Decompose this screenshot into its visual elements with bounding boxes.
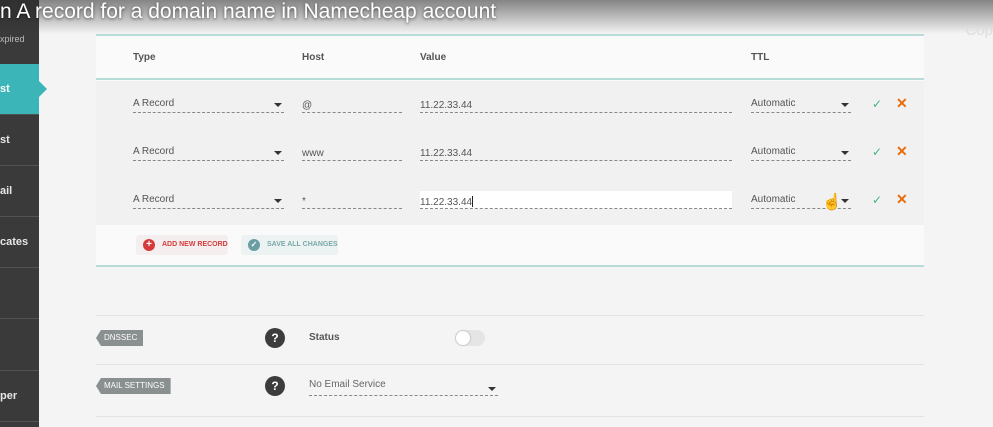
table-row: A Record @ 11.22.33.44 Automatic ✓ ✕ <box>96 81 924 129</box>
record-type-select[interactable]: A Record <box>133 95 284 113</box>
value-text: 11.22.33.44 <box>420 197 473 208</box>
sidebar-item-developer[interactable]: per <box>0 371 39 422</box>
column-header-ttl: TTL <box>751 52 770 63</box>
host-input[interactable]: www <box>302 143 402 161</box>
plus-circle-icon: + <box>143 239 155 251</box>
sidebar-item-email[interactable]: ail <box>0 166 39 217</box>
record-type-value: A Record <box>133 194 175 205</box>
record-type-value: A Record <box>133 98 175 109</box>
sidebar-item-2[interactable]: st <box>0 115 39 166</box>
ttl-value: Automatic <box>751 194 796 205</box>
video-title-overlay: n A record for a domain name in Namechea… <box>0 0 993 39</box>
dnssec-tag: DNSSEC <box>96 330 144 346</box>
value-input[interactable]: 11.22.33.44 <box>420 143 732 161</box>
ttl-value: Automatic <box>751 98 796 109</box>
delete-x-icon[interactable]: ✕ <box>896 143 908 160</box>
chevron-down-icon <box>488 387 496 391</box>
delete-x-icon[interactable]: ✕ <box>896 191 908 208</box>
host-input[interactable]: * <box>302 191 402 209</box>
confirm-check-icon[interactable]: ✓ <box>872 97 882 111</box>
value-input-focused[interactable]: 11.22.33.44 <box>420 191 732 209</box>
hand-pointer-icon: ☝ <box>822 194 842 211</box>
add-new-record-button[interactable]: + ADD NEW RECORD <box>136 235 228 255</box>
chevron-down-icon <box>274 103 282 107</box>
sidebar-item-6[interactable] <box>0 320 39 371</box>
chevron-down-icon <box>274 199 282 203</box>
sidebar-item-advanced-dns[interactable]: st <box>0 64 47 115</box>
sidebar-item-label: st <box>0 83 10 95</box>
chevron-down-icon <box>274 151 282 155</box>
add-new-record-label: ADD NEW RECORD <box>162 241 228 248</box>
chevron-down-icon <box>841 151 849 155</box>
save-all-changes-button[interactable]: ✓ SAVE ALL CHANGES <box>241 235 338 255</box>
dnssec-toggle[interactable] <box>455 330 485 346</box>
dnssec-status-label: Status <box>309 332 340 343</box>
ttl-value: Automatic <box>751 146 796 157</box>
record-type-value: A Record <box>133 146 175 157</box>
sidebar-item-label: per <box>0 390 18 402</box>
sidebar-item-label: st <box>0 134 10 146</box>
chevron-down-icon <box>841 103 849 107</box>
sidebar: xpired st st ail cates per <box>0 0 47 427</box>
table-header: Type Host Value TTL <box>96 36 924 80</box>
divider <box>96 416 924 417</box>
value-input[interactable]: 11.22.33.44 <box>420 95 732 113</box>
check-circle-icon: ✓ <box>248 239 260 251</box>
sidebar-item-5[interactable] <box>0 268 39 319</box>
host-records-panel: Type Host Value TTL A Record @ 11.22.33.… <box>96 34 924 267</box>
confirm-check-icon[interactable]: ✓ <box>872 145 882 159</box>
sidebar-item-label: cates <box>0 236 29 248</box>
divider <box>96 364 924 365</box>
text-cursor <box>472 196 474 207</box>
sidebar-item-label: ail <box>0 185 13 197</box>
sidebar-item-certificates[interactable]: cates <box>0 217 39 268</box>
host-input[interactable]: @ <box>302 95 402 113</box>
mail-service-select[interactable]: No Email Service <box>309 379 498 396</box>
save-all-changes-label: SAVE ALL CHANGES <box>267 241 338 248</box>
delete-x-icon[interactable]: ✕ <box>896 95 908 112</box>
ttl-select[interactable]: Automatic <box>751 143 851 161</box>
copy-link-label[interactable]: Cop <box>965 22 993 39</box>
domain-status-text: xpired <box>0 34 25 44</box>
column-header-value: Value <box>420 52 447 63</box>
question-help-icon[interactable]: ? <box>265 376 285 396</box>
ttl-select[interactable]: Automatic <box>751 95 851 113</box>
column-header-host: Host <box>302 52 325 63</box>
divider <box>96 315 924 316</box>
column-header-type: Type <box>133 52 156 63</box>
confirm-check-icon[interactable]: ✓ <box>872 193 882 207</box>
record-type-select[interactable]: A Record <box>133 191 284 209</box>
record-type-select[interactable]: A Record <box>133 143 284 161</box>
mail-settings-tag: MAIL SETTINGS <box>96 378 171 394</box>
chevron-down-icon <box>841 199 849 203</box>
table-row: A Record * 11.22.33.44 Automatic ☝ ✓ ✕ <box>96 177 924 225</box>
video-title: n A record for a domain name in Namechea… <box>0 0 497 23</box>
mail-service-value: No Email Service <box>309 379 386 390</box>
table-row: A Record www 11.22.33.44 Automatic ✓ ✕ <box>96 129 924 177</box>
question-help-icon[interactable]: ? <box>265 328 285 348</box>
